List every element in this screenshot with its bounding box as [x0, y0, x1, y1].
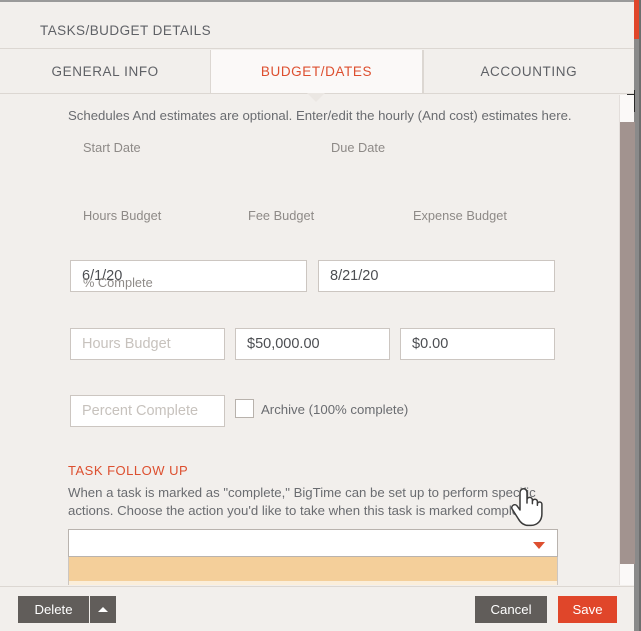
percent-complete-input[interactable] — [70, 395, 225, 427]
vertical-scrollbar-thumb[interactable] — [620, 122, 635, 564]
fee-budget-input[interactable] — [235, 328, 390, 360]
hours-budget-label: Hours Budget — [83, 208, 162, 223]
form-scroll-area: Schedules And estimates are optional. En… — [0, 95, 619, 585]
active-tab-caret-icon — [307, 93, 326, 102]
vertical-scrollbar-track[interactable] — [619, 95, 635, 585]
tab-accounting[interactable]: ACCOUNTING — [422, 50, 634, 93]
tab-budget-dates-label: BUDGET/DATES — [260, 64, 373, 79]
hours-budget-input[interactable] — [70, 328, 225, 360]
tab-general-info-label: GENERAL INFO — [51, 64, 159, 79]
follow-up-action-select[interactable] — [68, 529, 558, 557]
chevron-down-icon[interactable] — [533, 542, 545, 549]
delete-dropdown-button[interactable] — [90, 596, 116, 623]
follow-up-action-option-list: Notify project lead(s) that the task is … — [68, 557, 558, 585]
cancel-button-label: Cancel — [490, 602, 532, 617]
task-follow-up-description: When a task is marked as "complete," Big… — [68, 485, 536, 518]
chevron-up-icon — [98, 607, 108, 612]
dialog-footer: Delete Cancel Save — [0, 586, 634, 631]
tab-budget-dates[interactable]: BUDGET/DATES — [210, 50, 423, 102]
archive-checkbox[interactable] — [235, 399, 254, 418]
form-intro-text: Schedules And estimates are optional. En… — [68, 108, 572, 123]
tab-accounting-label: ACCOUNTING — [480, 64, 578, 79]
tasks-budget-details-dialog: TASKS/BUDGET DETAILS GENERAL INFO BUDGET… — [0, 0, 641, 631]
tab-general-info[interactable]: GENERAL INFO — [0, 50, 211, 93]
tab-bar: GENERAL INFO BUDGET/DATES ACCOUNTING — [0, 50, 634, 102]
dialog-header: TASKS/BUDGET DETAILS — [0, 2, 634, 49]
save-button[interactable]: Save — [558, 596, 617, 623]
cancel-button[interactable]: Cancel — [475, 596, 547, 623]
fee-budget-label: Fee Budget — [248, 208, 315, 223]
save-button-label: Save — [572, 602, 603, 617]
due-date-label: Due Date — [331, 140, 386, 155]
expense-budget-label: Expense Budget — [413, 208, 507, 223]
page-title: TASKS/BUDGET DETAILS — [40, 23, 212, 38]
archive-checkbox-label: Archive (100% complete) — [261, 402, 409, 417]
option-notify-project-lead[interactable]: Notify project lead(s) that the task is … — [69, 581, 557, 585]
task-follow-up-heading: TASK FOLLOW UP — [68, 463, 189, 478]
due-date-input[interactable] — [318, 260, 555, 292]
delete-button[interactable]: Delete — [18, 596, 89, 623]
percent-complete-label: % Complete — [83, 275, 153, 290]
expense-budget-input[interactable] — [400, 328, 555, 360]
option-blank[interactable] — [69, 557, 557, 581]
delete-button-label: Delete — [34, 602, 73, 617]
start-date-label: Start Date — [83, 140, 141, 155]
